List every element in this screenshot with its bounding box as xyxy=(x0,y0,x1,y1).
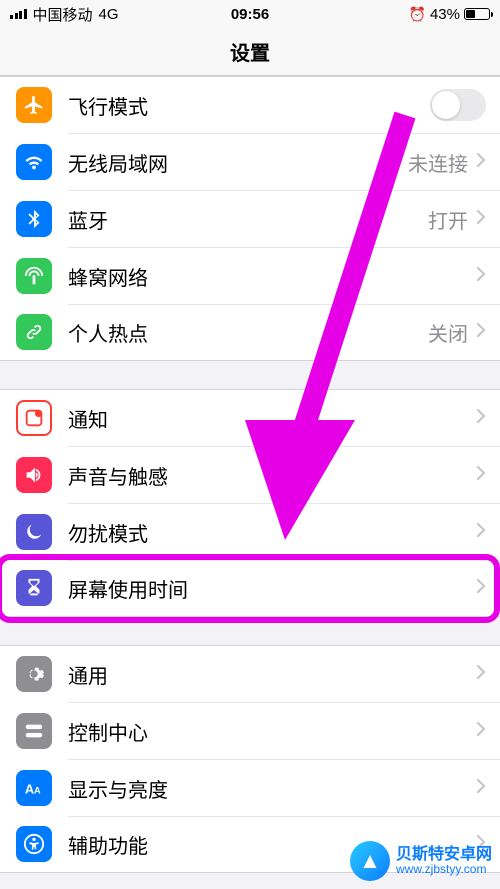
row-label: 飞行模式 xyxy=(68,91,430,120)
page-title: 设置 xyxy=(230,37,270,66)
settings-row-airplane[interactable]: 飞行模式 xyxy=(0,76,500,133)
toggle-switch[interactable] xyxy=(430,89,486,121)
settings-row-wifi[interactable]: 无线局域网未连接 xyxy=(0,133,500,190)
row-label: 无线局域网 xyxy=(68,148,408,177)
settings-row-cellular[interactable]: 蜂窝网络 xyxy=(0,247,500,304)
svg-text:A: A xyxy=(34,785,41,795)
chevron-right-icon xyxy=(476,152,486,173)
status-time: 09:56 xyxy=(0,6,500,23)
row-label: 勿扰模式 xyxy=(68,518,476,547)
settings-row-general[interactable]: 通用 xyxy=(0,645,500,702)
settings-row-bluetooth[interactable]: 蓝牙打开 xyxy=(0,190,500,247)
settings-row-controlcenter[interactable]: 控制中心 xyxy=(0,702,500,759)
settings-row-notifications[interactable]: 通知 xyxy=(0,389,500,446)
watermark-logo-icon: ▲ xyxy=(350,841,390,881)
bluetooth-icon xyxy=(16,201,52,237)
chevron-right-icon xyxy=(476,465,486,486)
settings-row-hotspot[interactable]: 个人热点关闭 xyxy=(0,304,500,361)
nav-bar: 设置 xyxy=(0,28,500,76)
chevron-right-icon xyxy=(476,322,486,343)
settings-row-dnd[interactable]: 勿扰模式 xyxy=(0,503,500,560)
row-label: 通知 xyxy=(68,404,476,433)
text-size-icon: AA xyxy=(16,770,52,806)
settings-row-sounds[interactable]: 声音与触感 xyxy=(0,446,500,503)
chevron-right-icon xyxy=(476,209,486,230)
notification-icon xyxy=(16,400,52,436)
row-label: 通用 xyxy=(68,660,476,689)
switches-icon xyxy=(16,713,52,749)
chevron-right-icon xyxy=(476,408,486,429)
watermark: ▲ 贝斯特安卓网 www.zjbstyy.com xyxy=(350,841,492,881)
row-label: 声音与触感 xyxy=(68,461,476,490)
row-label: 屏幕使用时间 xyxy=(68,574,476,603)
row-label: 个人热点 xyxy=(68,318,428,347)
row-label: 蓝牙 xyxy=(68,205,428,234)
svg-text:A: A xyxy=(25,781,34,796)
gear-icon xyxy=(16,656,52,692)
watermark-url: www.zjbstyy.com xyxy=(396,863,492,876)
speaker-icon xyxy=(16,457,52,493)
settings-list: 飞行模式无线局域网未连接蓝牙打开蜂窝网络个人热点关闭通知声音与触感勿扰模式屏幕使… xyxy=(0,76,500,873)
watermark-title: 贝斯特安卓网 xyxy=(396,846,492,864)
chevron-right-icon xyxy=(476,266,486,287)
hourglass-icon xyxy=(16,570,52,606)
row-label: 显示与亮度 xyxy=(68,774,476,803)
antenna-icon xyxy=(16,258,52,294)
status-bar: 中国移动 4G 09:56 ⏰ 43% xyxy=(0,0,500,28)
chevron-right-icon xyxy=(476,778,486,799)
row-label: 控制中心 xyxy=(68,717,476,746)
settings-section: 通知声音与触感勿扰模式屏幕使用时间 xyxy=(0,389,500,617)
link-icon xyxy=(16,314,52,350)
settings-row-screentime[interactable]: 屏幕使用时间 xyxy=(0,560,500,617)
chevron-right-icon xyxy=(476,578,486,599)
accessibility-icon xyxy=(16,826,52,862)
chevron-right-icon xyxy=(476,721,486,742)
moon-icon xyxy=(16,514,52,550)
chevron-right-icon xyxy=(476,522,486,543)
row-value: 关闭 xyxy=(428,318,468,347)
settings-row-display[interactable]: AA 显示与亮度 xyxy=(0,759,500,816)
row-label: 蜂窝网络 xyxy=(68,262,476,291)
wifi-icon xyxy=(16,144,52,180)
airplane-icon xyxy=(16,87,52,123)
chevron-right-icon xyxy=(476,664,486,685)
row-value: 打开 xyxy=(428,205,468,234)
row-value: 未连接 xyxy=(408,148,468,177)
settings-section: 飞行模式无线局域网未连接蓝牙打开蜂窝网络个人热点关闭 xyxy=(0,76,500,361)
settings-section: 通用控制中心AA显示与亮度辅助功能 xyxy=(0,645,500,873)
battery-icon xyxy=(464,8,490,20)
